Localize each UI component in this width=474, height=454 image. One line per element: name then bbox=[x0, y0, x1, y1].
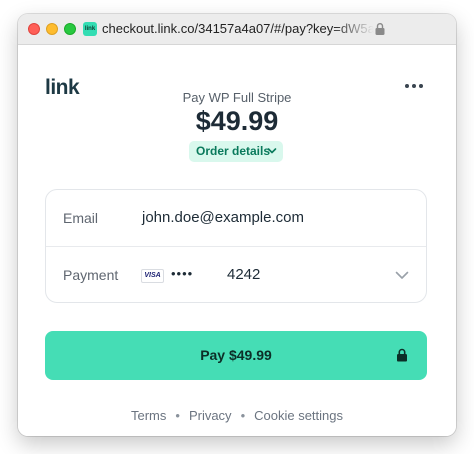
email-label: Email bbox=[63, 210, 99, 226]
browser-titlebar: link checkout.link.co/34157a4a07/#/pay?k… bbox=[18, 14, 456, 45]
total-amount: $49.99 bbox=[195, 106, 279, 136]
browser-window: link checkout.link.co/34157a4a07/#/pay?k… bbox=[18, 14, 456, 436]
address-bar-url[interactable]: checkout.link.co/34157a4a07/#/pay?key=dW… bbox=[102, 20, 374, 38]
card-mask: •••• bbox=[171, 266, 194, 281]
chevron-down-icon[interactable] bbox=[395, 271, 409, 280]
chevron-down-icon bbox=[267, 148, 277, 154]
payment-label: Payment bbox=[63, 267, 119, 283]
email-row[interactable]: Email john.doe@example.com bbox=[46, 190, 426, 247]
order-details-label: Order details bbox=[196, 144, 271, 158]
privacy-link[interactable]: Privacy bbox=[189, 408, 232, 423]
screen: link checkout.link.co/34157a4a07/#/pay?k… bbox=[0, 0, 474, 454]
footer-separator: • bbox=[240, 408, 246, 423]
account-details-card: Email john.doe@example.com Payment VISA … bbox=[45, 189, 427, 303]
zoom-window-button[interactable] bbox=[64, 23, 76, 35]
card-last4: 4242 bbox=[227, 266, 261, 283]
cookie-settings-link[interactable]: Cookie settings bbox=[254, 408, 343, 423]
site-favicon-icon: link bbox=[83, 22, 97, 36]
visa-card-icon: VISA bbox=[141, 269, 164, 283]
checkout-page: link Pay WP Full Stripe $49.99 Order det… bbox=[18, 45, 456, 436]
footer-separator: • bbox=[175, 408, 180, 423]
merchant-line: Pay WP Full Stripe bbox=[182, 90, 292, 105]
pay-button-label: Pay $49.99 bbox=[200, 347, 272, 363]
payment-method-selector[interactable]: Payment VISA •••• 4242 bbox=[46, 247, 426, 303]
close-window-button[interactable] bbox=[28, 23, 40, 35]
lock-icon bbox=[375, 23, 385, 35]
lock-icon bbox=[397, 348, 407, 362]
footer-links: Terms • Privacy • Cookie settings bbox=[18, 408, 456, 423]
email-value: john.doe@example.com bbox=[142, 209, 304, 226]
pay-button[interactable]: Pay $49.99 bbox=[45, 331, 427, 380]
order-details-button[interactable]: Order details bbox=[189, 141, 283, 162]
minimize-window-button[interactable] bbox=[46, 23, 58, 35]
terms-link[interactable]: Terms bbox=[131, 408, 166, 423]
